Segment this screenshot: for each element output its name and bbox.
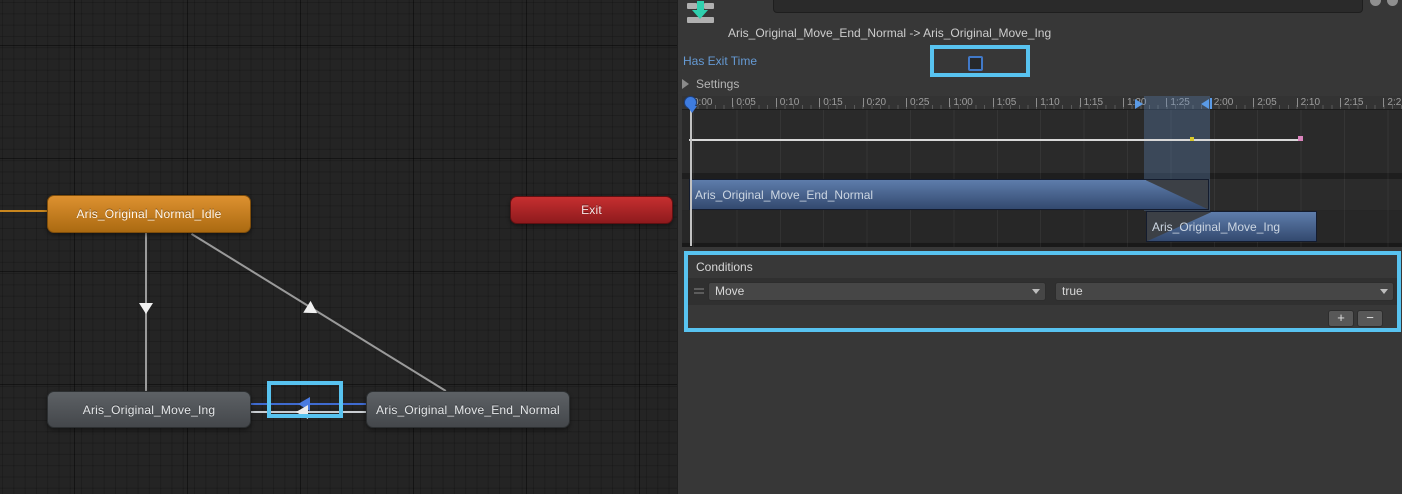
ruler-tick-label: 0:05 [736,97,755,108]
clip-bar-move-end-normal[interactable]: Aris_Original_Move_End_Normal [689,179,1209,210]
ruler-tick-label: 2:10 [1301,97,1320,108]
state-node-move-end-normal[interactable]: Aris_Original_Move_End_Normal [366,391,570,428]
clip-bar-label: Aris_Original_Move_End_Normal [695,188,873,202]
blend-curve-line [689,139,1301,141]
chevron-down-icon [1032,289,1040,294]
transition-start-handle-icon[interactable] [1135,99,1143,109]
ruler-tick-label: 2:00 [1214,97,1233,108]
ruler-tick-label: 0:15 [823,97,842,108]
ruler-tick-label: 0:10 [780,97,799,108]
preview-bottom-strip [682,243,1402,247]
state-node-move-ing[interactable]: Aris_Original_Move_Ing [47,391,251,428]
condition-parameter-value: Move [715,284,744,298]
clip-bar-label: Aris_Original_Move_Ing [1152,220,1280,234]
help-icon[interactable] [1370,0,1381,6]
entry-edge[interactable] [0,210,47,212]
ruler-tick-label: 0:20 [867,97,886,108]
transition-end-handle-icon[interactable] [1201,99,1209,109]
transition-title: Aris_Original_Move_End_Normal -> Aris_Or… [728,26,1051,40]
playhead-pin-icon[interactable] [684,96,697,109]
reorder-handle-icon[interactable] [694,288,704,294]
blend-out-shade [1146,180,1208,209]
playhead-line[interactable] [690,106,692,246]
ruler-tick-label: 1:15 [1084,97,1103,108]
transition-end-handle-bar[interactable] [1210,98,1212,109]
settings-foldout-label[interactable]: Settings [696,77,739,91]
chevron-down-icon [1380,289,1388,294]
has-exit-time-label: Has Exit Time [683,54,757,68]
ruler-tick-label: 1:10 [1040,97,1059,108]
transition-selection-highlight [267,381,343,418]
ruler-tick-label: 2:15 [1344,97,1363,108]
remove-condition-button[interactable]: − [1357,310,1383,327]
has-exit-time-checkbox[interactable] [968,56,983,71]
animator-graph-canvas[interactable]: Aris_Original_Normal_Idle Exit Aris_Orig… [0,0,677,494]
transition-icon [687,1,714,24]
state-node-normal-idle[interactable]: Aris_Original_Normal_Idle [47,195,251,233]
blend-keyframe-dot-yellow [1190,137,1194,141]
state-node-exit[interactable]: Exit [510,196,673,224]
state-node-label: Aris_Original_Move_End_Normal [376,403,560,417]
conditions-title: Conditions [696,260,753,274]
state-node-label: Aris_Original_Move_Ing [83,403,215,417]
blend-keyframe-dot-pink [1298,136,1303,141]
gear-icon[interactable] [1387,0,1398,6]
transition-inspector-panel: Aris_Original_Move_End_Normal -> Aris_Or… [677,0,1402,494]
transition-edge-idle-to-moveend[interactable] [191,233,446,392]
state-node-label: Aris_Original_Normal_Idle [76,207,221,221]
ruler-tick-label: 1:00 [953,97,972,108]
ruler-tick-label: 2:2 [1387,97,1401,108]
condition-parameter-dropdown[interactable]: Move [708,282,1046,301]
ruler-tick-label: 0:25 [910,97,929,108]
ruler-tick-label: 2:05 [1257,97,1276,108]
clip-bar-move-ing[interactable]: Aris_Original_Move_Ing [1146,211,1317,242]
blend-curve-area [682,110,1402,173]
foldout-arrow-icon[interactable] [682,79,689,89]
transition-arrow-down-icon[interactable] [139,303,153,314]
condition-row: Move true [688,278,1397,305]
condition-value-dropdown[interactable]: true [1055,282,1394,301]
transition-name-field[interactable] [773,0,1363,13]
condition-value: true [1062,284,1083,298]
ruler-tick-label: 1:05 [997,97,1016,108]
state-node-label: Exit [581,203,602,217]
conditions-section: Conditions Move true + − [684,251,1401,332]
timeline-ruler[interactable]: 0:000:050:100:150:200:251:001:051:101:15… [682,96,1402,110]
add-condition-button[interactable]: + [1328,310,1354,327]
transition-timeline-preview[interactable]: 0:000:050:100:150:200:251:001:051:101:15… [682,96,1402,247]
unity-animator-window: Aris_Original_Normal_Idle Exit Aris_Orig… [0,0,1402,494]
